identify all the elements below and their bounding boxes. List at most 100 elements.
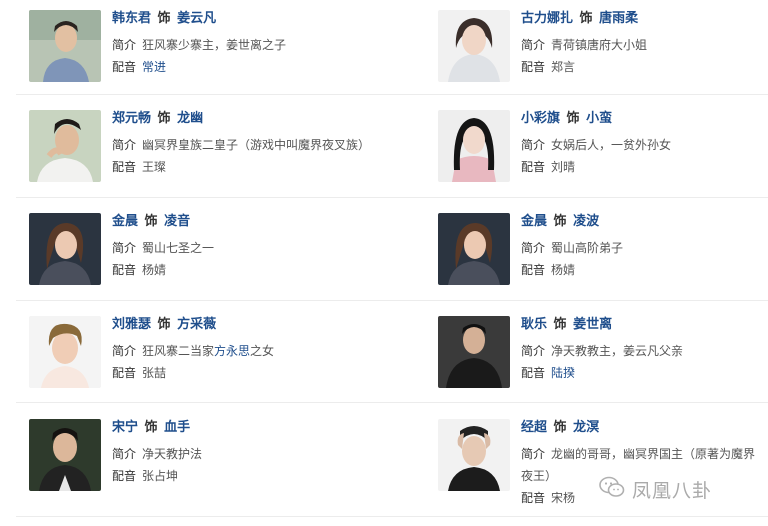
character-name-link[interactable]: 凌波 xyxy=(573,214,599,229)
intro-label: 简介 xyxy=(521,447,546,461)
intro-text: 幽冥界皇族二皇子（游戏中叫魔界夜叉族） xyxy=(142,138,371,152)
actor-name-link[interactable]: 古力娜扎 xyxy=(521,11,573,26)
intro-text: 蜀山七圣之一 xyxy=(142,241,215,255)
voice-row: 配音 张喆 xyxy=(112,362,357,384)
intro-label: 简介 xyxy=(521,138,546,152)
intro-row: 简介 蜀山七圣之一 xyxy=(112,237,357,259)
voice-actor-name: 郑言 xyxy=(551,60,576,74)
intro-label: 简介 xyxy=(112,138,137,152)
role-word: 饰 xyxy=(553,214,567,229)
character-name-link[interactable]: 龙溟 xyxy=(573,420,599,435)
intro-label: 简介 xyxy=(112,241,137,255)
actor-name-link[interactable]: 金晨 xyxy=(521,214,547,229)
intro-row: 简介 女娲后人，一贫外孙女 xyxy=(521,134,766,156)
actor-photo[interactable] xyxy=(438,419,510,491)
actor-name-link[interactable]: 耿乐 xyxy=(521,317,547,332)
role-word: 饰 xyxy=(144,420,158,435)
intro-label: 简介 xyxy=(521,38,546,52)
intro-label: 简介 xyxy=(112,344,137,358)
intro-row: 简介 净天教教主，姜云凡父亲 xyxy=(521,340,766,362)
voice-label: 配音 xyxy=(112,160,137,174)
role-word: 饰 xyxy=(566,111,580,126)
cast-card: 耿乐 饰 姜世离 简介 净天教教主，姜云凡父亲 配音 陆揆 xyxy=(438,316,768,402)
cast-card: 古力娜扎 饰 唐雨柔 简介 青荷镇唐府大小姐 配音 郑言 xyxy=(438,10,768,96)
cast-card: 郑元畅 饰 龙幽 简介 幽冥界皇族二皇子（游戏中叫魔界夜叉族） 配音 王璨 xyxy=(29,109,370,196)
intro-row: 简介 蜀山高阶弟子 xyxy=(521,237,766,259)
voice-label: 配音 xyxy=(521,263,546,277)
character-name-link[interactable]: 唐雨柔 xyxy=(599,11,638,26)
character-name-link[interactable]: 龙幽 xyxy=(177,111,203,126)
voice-row: 配音 陆揆 xyxy=(521,362,766,384)
cast-name-line: 古力娜扎 饰 唐雨柔 xyxy=(521,9,766,29)
cast-name-line: 韩东君 饰 姜云凡 xyxy=(112,9,357,29)
intro-row: 简介 狂风寨少寨主，姜世离之子 xyxy=(112,34,357,56)
character-name-link[interactable]: 血手 xyxy=(164,420,190,435)
cast-name-line: 宋宁 饰 血手 xyxy=(112,418,357,438)
intro-label: 简介 xyxy=(112,447,137,461)
cast-name-line: 郑元畅 饰 龙幽 xyxy=(112,109,357,129)
cast-name-line: 耿乐 饰 姜世离 xyxy=(521,315,766,335)
cast-card: 刘雅瑟 饰 方采薇 简介 狂风寨二当家方永思之女 配音 张喆 xyxy=(29,316,359,402)
actor-photo[interactable] xyxy=(438,213,510,285)
intro-text: 女娲后人，一贫外孙女 xyxy=(551,138,672,152)
voice-row: 配音 杨婧 xyxy=(521,259,766,281)
voice-actor-link[interactable]: 陆揆 xyxy=(551,366,575,380)
voice-label: 配音 xyxy=(112,469,137,483)
voice-actor-name: 杨婧 xyxy=(551,263,576,277)
voice-label: 配音 xyxy=(112,366,137,380)
actor-photo[interactable] xyxy=(29,316,101,388)
character-name-link[interactable]: 方采薇 xyxy=(177,317,216,332)
cast-card: 金晨 饰 凌音 简介 蜀山七圣之一 配音 杨婧 xyxy=(29,213,359,299)
intro-row: 简介 青荷镇唐府大小姐 xyxy=(521,34,766,56)
character-name-link[interactable]: 小蛮 xyxy=(586,111,612,126)
voice-actor-name: 张喆 xyxy=(142,366,167,380)
row-divider xyxy=(16,197,768,198)
actor-photo[interactable] xyxy=(29,213,101,285)
intro-label: 简介 xyxy=(521,344,546,358)
intro-row: 简介 狂风寨二当家方永思之女 xyxy=(112,340,357,362)
character-name-link[interactable]: 姜云凡 xyxy=(177,11,216,26)
voice-actor-name: 杨婧 xyxy=(142,263,167,277)
intro-row: 简介 净天教护法 xyxy=(112,443,357,465)
voice-row: 配音 刘晴 xyxy=(521,156,766,178)
related-character-link[interactable]: 方永思 xyxy=(214,344,250,358)
actor-photo[interactable] xyxy=(438,316,510,388)
role-word: 饰 xyxy=(157,11,171,26)
actor-name-link[interactable]: 金晨 xyxy=(112,214,138,229)
voice-row: 配音 常进 xyxy=(112,56,357,78)
actor-photo[interactable] xyxy=(438,10,510,82)
role-word: 饰 xyxy=(157,111,171,126)
voice-label: 配音 xyxy=(521,366,546,380)
actor-name-link[interactable]: 韩东君 xyxy=(112,11,151,26)
actor-name-link[interactable]: 郑元畅 xyxy=(112,111,151,126)
intro-row: 简介 幽冥界皇族二皇子（游戏中叫魔界夜叉族） xyxy=(112,134,370,156)
voice-row: 配音 杨婧 xyxy=(112,259,357,281)
actor-name-link[interactable]: 小彩旗 xyxy=(521,111,560,126)
cast-card: 宋宁 饰 血手 简介 净天教护法 配音 张占坤 xyxy=(29,419,359,505)
intro-text: 蜀山高阶弟子 xyxy=(551,241,624,255)
row-divider xyxy=(16,402,768,403)
intro-text: 狂风寨二当家 xyxy=(142,344,215,358)
cast-name-line: 金晨 饰 凌音 xyxy=(112,212,357,232)
role-word: 饰 xyxy=(144,214,158,229)
intro-text: 净天教护法 xyxy=(142,447,203,461)
cast-name-line: 金晨 饰 凌波 xyxy=(521,212,766,232)
voice-label: 配音 xyxy=(521,160,546,174)
actor-photo[interactable] xyxy=(29,110,101,182)
voice-actor-name: 张占坤 xyxy=(142,469,179,483)
actor-photo[interactable] xyxy=(29,10,101,82)
actor-name-link[interactable]: 宋宁 xyxy=(112,420,138,435)
actor-photo[interactable] xyxy=(29,419,101,491)
watermark: 凤凰八卦 xyxy=(598,473,768,505)
actor-name-link[interactable]: 刘雅瑟 xyxy=(112,317,151,332)
character-name-link[interactable]: 凌音 xyxy=(164,214,190,229)
character-name-link[interactable]: 姜世离 xyxy=(573,317,612,332)
voice-label: 配音 xyxy=(112,263,137,277)
voice-actor-link[interactable]: 常进 xyxy=(142,60,166,74)
role-word: 饰 xyxy=(553,420,567,435)
actor-name-link[interactable]: 经超 xyxy=(521,420,547,435)
voice-actor-name: 王璨 xyxy=(142,160,167,174)
actor-photo[interactable] xyxy=(438,110,510,182)
intro-text: 狂风寨少寨主，姜世离之子 xyxy=(142,38,287,52)
wechat-icon xyxy=(598,475,626,503)
